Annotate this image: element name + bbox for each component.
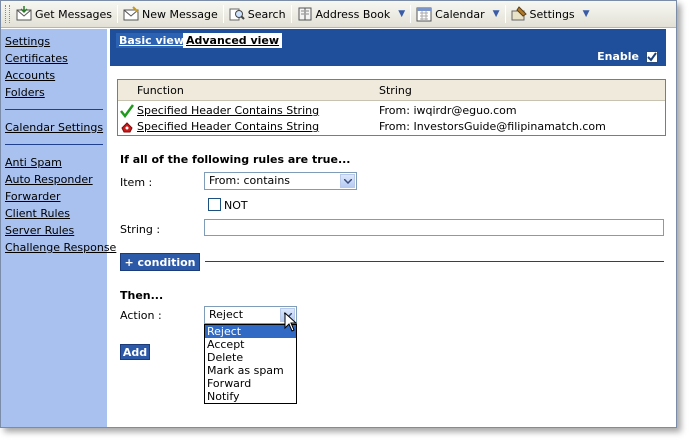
column-header-function: Function xyxy=(137,84,184,97)
checkmark-icon xyxy=(647,51,657,62)
mouse-pointer-icon xyxy=(284,312,298,332)
search-icon xyxy=(229,8,245,21)
action-option-accept[interactable]: Accept xyxy=(205,338,296,351)
action-option-notify[interactable]: Notify xyxy=(205,390,296,403)
chevron-down-icon[interactable]: ▼ xyxy=(398,9,405,19)
toolbar: Get Messages New Message Search Address … xyxy=(1,1,676,28)
new-message-label: New Message xyxy=(142,7,218,21)
get-messages-button[interactable]: Get Messages xyxy=(13,3,115,25)
check-icon xyxy=(120,104,134,118)
sidebar-item-calendar-settings[interactable]: Calendar Settings xyxy=(5,119,107,136)
sidebar: Settings Certificates Accounts Folders C… xyxy=(1,29,116,427)
not-label: NOT xyxy=(224,199,248,212)
settings-button[interactable]: Settings ▼ xyxy=(508,3,593,25)
tab-advanced-view[interactable]: Advanced view xyxy=(183,33,283,48)
sidebar-item-accounts[interactable]: Accounts xyxy=(5,67,107,84)
string-label: String : xyxy=(120,223,161,236)
toolbar-separator xyxy=(117,5,119,23)
address-book-button[interactable]: Address Book ▼ xyxy=(294,3,409,25)
new-message-button[interactable]: New Message xyxy=(120,3,221,25)
sidebar-item-folders[interactable]: Folders xyxy=(5,84,107,101)
sidebar-item-anti-spam[interactable]: Anti Spam xyxy=(5,154,107,171)
toolbar-grip[interactable] xyxy=(5,5,10,23)
address-book-icon xyxy=(298,7,312,21)
toolbar-separator xyxy=(410,5,412,23)
calendar-label: Calendar xyxy=(435,7,485,21)
action-option-mark-as-spam[interactable]: Mark as spam xyxy=(205,364,296,377)
view-tab-bar: Basic view Advanced view Enable xyxy=(110,29,666,66)
rules-table-header: Function String xyxy=(118,80,665,101)
toolbar-separator xyxy=(290,5,292,23)
sidebar-item-forwarder[interactable]: Forwarder xyxy=(5,188,107,205)
chevron-down-icon[interactable]: ▼ xyxy=(493,9,500,19)
calendar-icon xyxy=(416,7,432,22)
address-book-label: Address Book xyxy=(315,7,391,21)
add-button[interactable]: Add xyxy=(120,344,150,360)
item-label: Item : xyxy=(120,176,153,189)
string-input[interactable] xyxy=(204,219,664,236)
calendar-button[interactable]: Calendar ▼ xyxy=(413,3,502,25)
toolbar-separator xyxy=(222,5,224,23)
then-title: Then... xyxy=(120,289,164,302)
get-messages-label: Get Messages xyxy=(35,7,113,21)
toolbar-separator xyxy=(504,5,506,23)
not-checkbox[interactable] xyxy=(208,198,221,211)
action-option-forward[interactable]: Forward xyxy=(205,377,296,390)
sidebar-divider xyxy=(5,109,103,110)
item-select[interactable]: From: contains xyxy=(204,172,357,190)
sidebar-item-server-rules[interactable]: Server Rules xyxy=(5,222,107,239)
action-option-delete[interactable]: Delete xyxy=(205,351,296,364)
action-select-value: Reject xyxy=(209,308,244,321)
rules-table: Function String Specified Header Contain… xyxy=(117,79,666,136)
chevron-down-icon[interactable] xyxy=(340,174,355,188)
rule-string: From: iwqirdr@eguo.com xyxy=(379,104,517,117)
action-dropdown-list: Reject Accept Delete Mark as spam Forwar… xyxy=(204,324,297,404)
app-window: Get Messages New Message Search Address … xyxy=(0,0,677,428)
add-condition-button[interactable]: + condition xyxy=(120,253,200,271)
sidebar-item-auto-responder[interactable]: Auto Responder xyxy=(5,171,107,188)
table-row[interactable]: Specified Header Contains String From: I… xyxy=(118,119,665,135)
enable-checkbox[interactable] xyxy=(646,50,658,63)
settings-label: Settings xyxy=(529,7,575,21)
enable-label: Enable xyxy=(597,50,639,63)
action-option-reject[interactable]: Reject xyxy=(205,325,296,338)
reject-icon xyxy=(121,122,133,133)
column-header-string: String xyxy=(379,84,412,97)
get-messages-icon xyxy=(16,6,32,21)
condition-divider xyxy=(205,261,664,262)
enable-toggle: Enable xyxy=(597,50,658,63)
main-panel: Basic view Advanced view Enable Function… xyxy=(110,29,676,427)
action-label: Action : xyxy=(120,309,162,322)
settings-icon xyxy=(511,6,527,21)
rule-function-link[interactable]: Specified Header Contains String xyxy=(137,120,319,133)
item-select-value: From: contains xyxy=(209,174,291,187)
sidebar-item-settings[interactable]: Settings xyxy=(5,33,107,50)
sidebar-divider xyxy=(5,144,103,145)
tab-basic-view[interactable]: Basic view xyxy=(116,33,188,48)
table-row[interactable]: Specified Header Contains String From: i… xyxy=(118,103,665,119)
chevron-down-icon[interactable]: ▼ xyxy=(583,9,590,19)
rule-function-link[interactable]: Specified Header Contains String xyxy=(137,104,319,117)
new-message-icon xyxy=(123,6,139,21)
sidebar-item-challenge-response[interactable]: Challenge Response xyxy=(5,239,116,256)
rule-string: From: InvestorsGuide@filipinamatch.com xyxy=(379,120,606,133)
search-button[interactable]: Search xyxy=(226,3,289,25)
sidebar-item-client-rules[interactable]: Client Rules xyxy=(5,205,107,222)
search-label: Search xyxy=(247,7,286,21)
sidebar-item-certificates[interactable]: Certificates xyxy=(5,50,107,67)
conditions-title: If all of the following rules are true..… xyxy=(120,153,351,166)
